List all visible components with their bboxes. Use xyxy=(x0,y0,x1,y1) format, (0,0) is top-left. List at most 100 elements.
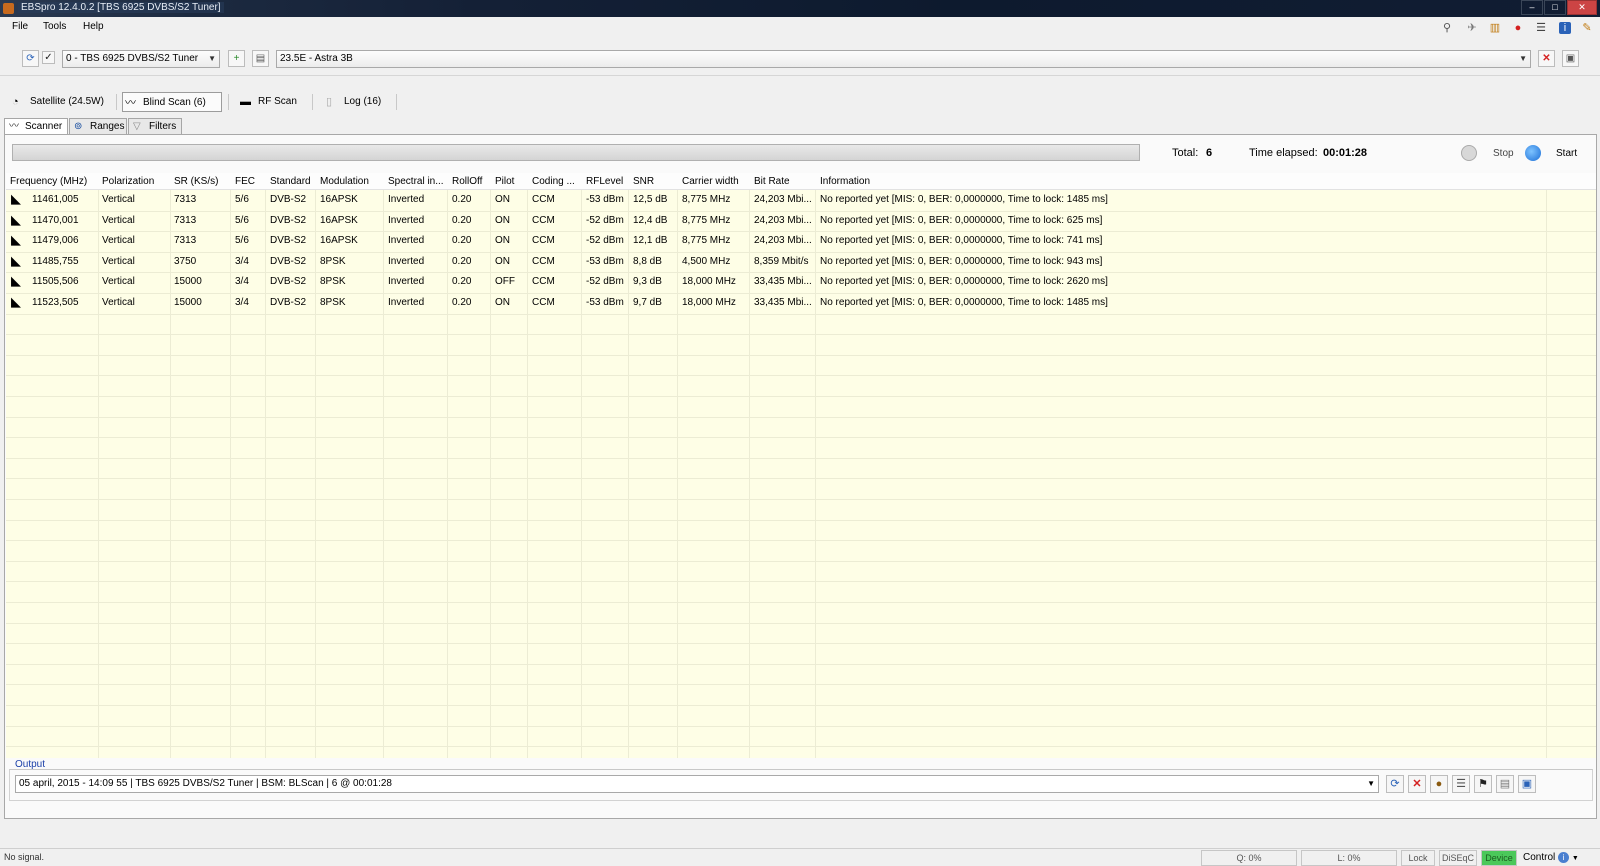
subtab-filters[interactable]: ▽ Filters xyxy=(128,118,182,135)
cell-coding: CCM xyxy=(532,297,555,308)
row-divider xyxy=(6,334,1596,336)
col-symbol-rate[interactable]: SR (KS/s) xyxy=(174,176,218,187)
table-row[interactable]: ◣ 11485,755 Vertical 3750 3/4 DVB-S2 8PSK Inver… xyxy=(6,252,1596,272)
col-pilot[interactable]: Pilot xyxy=(495,176,514,187)
col-rflevel[interactable]: RFLevel xyxy=(586,176,623,187)
output-flag-button[interactable]: ⚑ xyxy=(1474,775,1492,793)
cell-coding: CCM xyxy=(532,255,555,267)
cell-coding: CCM xyxy=(532,194,555,205)
cell-spectral: Inverted xyxy=(388,235,425,247)
col-coding[interactable]: Coding ... xyxy=(532,176,575,187)
subtab-ranges[interactable]: ⊚ Ranges xyxy=(69,118,127,135)
cell-spectral: Inverted xyxy=(388,194,425,205)
tab-log-label: Log (16) xyxy=(344,96,382,107)
stop-button[interactable]: Stop xyxy=(1493,148,1514,159)
settings-button[interactable]: ▤ xyxy=(252,50,269,67)
menu-file[interactable]: File xyxy=(12,21,28,32)
menu-help[interactable]: Help xyxy=(83,21,104,32)
info-icon[interactable]: i xyxy=(1559,22,1571,34)
col-standard[interactable]: Standard xyxy=(270,176,311,187)
save-button[interactable]: ▣ xyxy=(1562,50,1579,67)
col-information[interactable]: Information xyxy=(820,176,870,187)
start-button[interactable]: Start xyxy=(1556,148,1577,159)
tab-log[interactable]: ▯ Log (16) xyxy=(324,92,394,112)
output-save-button[interactable]: ▣ xyxy=(1518,775,1536,793)
output-copy-button[interactable]: ▤ xyxy=(1496,775,1514,793)
list-icon[interactable]: ☰ xyxy=(1535,22,1547,34)
cell-rflevel: -53 dBm xyxy=(586,297,624,308)
cell-symbol-rate: 15000 xyxy=(174,276,202,288)
cell-fec: 3/4 xyxy=(235,297,249,308)
table-row[interactable]: ◣ 11505,506 Vertical 15000 3/4 DVB-S2 8PSK Inve… xyxy=(6,272,1596,292)
col-carrier-width[interactable]: Carrier width xyxy=(682,176,739,187)
diseqc-indicator: DiSEqC xyxy=(1439,850,1477,866)
satellite-dish-icon: ◣ xyxy=(11,232,21,248)
satellite-icon[interactable]: ✈ xyxy=(1466,22,1478,34)
cell-snr: 8,8 dB xyxy=(633,255,662,267)
cell-information: No reported yet [MIS: 0, BER: 0,0000000,… xyxy=(820,194,1108,205)
cell-rolloff: 0.20 xyxy=(452,214,472,226)
table-row[interactable]: ◣ 11523,505 Vertical 15000 3/4 DVB-S2 8PSK Inve… xyxy=(6,293,1596,313)
row-divider xyxy=(6,437,1596,439)
tab-blind-scan[interactable]: 〰 Blind Scan (6) xyxy=(122,92,222,112)
table-row[interactable]: ◣ 11461,005 Vertical 7313 5/6 DVB-S2 16APSK Inv… xyxy=(6,190,1596,210)
menu-tools[interactable]: Tools xyxy=(43,21,66,32)
output-globe-button[interactable]: ● xyxy=(1430,775,1448,793)
add-satellite-button[interactable]: + xyxy=(228,50,245,67)
refresh-button[interactable]: ⟳ xyxy=(22,50,39,67)
tuner-select[interactable]: 0 - TBS 6925 DVBS/S2 Tuner ▼ xyxy=(62,50,220,68)
cell-rflevel: -53 dBm xyxy=(586,255,624,267)
satellite-select[interactable]: 23.5E - Astra 3B ▼ xyxy=(276,50,1531,68)
cell-standard: DVB-S2 xyxy=(270,194,307,205)
cell-rolloff: 0.20 xyxy=(452,235,472,247)
output-clear-button[interactable]: ✕ xyxy=(1408,775,1426,793)
tuner-enable-checkbox[interactable]: ✓ xyxy=(42,51,55,64)
app-icon xyxy=(3,3,14,14)
cell-polarization: Vertical xyxy=(102,194,135,205)
delete-satellite-button[interactable]: ✕ xyxy=(1538,50,1555,67)
record-icon[interactable]: ● xyxy=(1512,22,1524,34)
col-rolloff[interactable]: RollOff xyxy=(452,176,482,187)
cell-rflevel: -52 dBm xyxy=(586,235,624,247)
col-fec[interactable]: FEC xyxy=(235,176,255,187)
col-snr[interactable]: SNR xyxy=(633,176,654,187)
stop-icon[interactable] xyxy=(1461,145,1477,161)
search-icon[interactable]: ⚲ xyxy=(1441,22,1453,34)
menu-bar: File Tools Help xyxy=(0,17,1600,37)
col-frequency[interactable]: Frequency (MHz) xyxy=(10,176,87,187)
subtab-ranges-label: Ranges xyxy=(90,121,125,132)
output-refresh-button[interactable]: ⟳ xyxy=(1386,775,1404,793)
cell-frequency: 11470,001 xyxy=(32,214,79,226)
tools-icon[interactable]: ✎ xyxy=(1581,22,1593,34)
output-select[interactable]: 05 april, 2015 - 14:09 55 | TBS 6925 DVB… xyxy=(15,775,1379,793)
satellite-dish-icon: ◣ xyxy=(11,211,21,227)
close-window-button[interactable]: ✕ xyxy=(1567,0,1597,15)
table-row[interactable]: ◣ 11470,001 Vertical 7313 5/6 DVB-S2 16APSK Inv… xyxy=(6,211,1596,231)
tab-satellite[interactable]: ◔ Satellite (24.5W) xyxy=(10,92,110,112)
output-list-button[interactable]: ☰ xyxy=(1452,775,1470,793)
start-icon[interactable] xyxy=(1525,145,1541,161)
cell-spectral: Inverted xyxy=(388,214,425,226)
table-row[interactable]: ◣ 11479,006 Vertical 7313 5/6 DVB-S2 16APSK Inv… xyxy=(6,231,1596,251)
cell-symbol-rate: 3750 xyxy=(174,255,197,267)
cell-carrier-width: 8,775 MHz xyxy=(682,235,731,247)
maximize-button[interactable]: □ xyxy=(1544,0,1566,15)
tab-rf-scan[interactable]: ▬ RF Scan xyxy=(238,92,308,112)
col-polarization[interactable]: Polarization xyxy=(102,176,154,187)
control-menu[interactable]: Control i ▼ xyxy=(1523,852,1579,863)
cell-information: No reported yet [MIS: 0, BER: 0,0000000,… xyxy=(820,235,1103,247)
cell-modulation: 16APSK xyxy=(320,235,358,247)
col-modulation[interactable]: Modulation xyxy=(320,176,369,187)
cell-carrier-width: 18,000 MHz xyxy=(682,276,736,288)
cell-bit-rate: 24,203 Mbi... xyxy=(754,235,812,247)
satellite-dish-icon: ◔ xyxy=(12,96,19,108)
chart-icon[interactable]: ▥ xyxy=(1489,22,1501,34)
row-divider xyxy=(6,478,1596,480)
tab-rf-scan-label: RF Scan xyxy=(258,96,297,107)
elapsed-label: Time elapsed: xyxy=(1249,147,1318,159)
col-bit-rate[interactable]: Bit Rate xyxy=(754,176,790,187)
minimize-button[interactable]: – xyxy=(1521,0,1543,15)
col-spectral[interactable]: Spectral in... xyxy=(388,176,444,187)
tuner-select-value: 0 - TBS 6925 DVBS/S2 Tuner xyxy=(66,53,199,64)
cell-symbol-rate: 7313 xyxy=(174,235,197,247)
